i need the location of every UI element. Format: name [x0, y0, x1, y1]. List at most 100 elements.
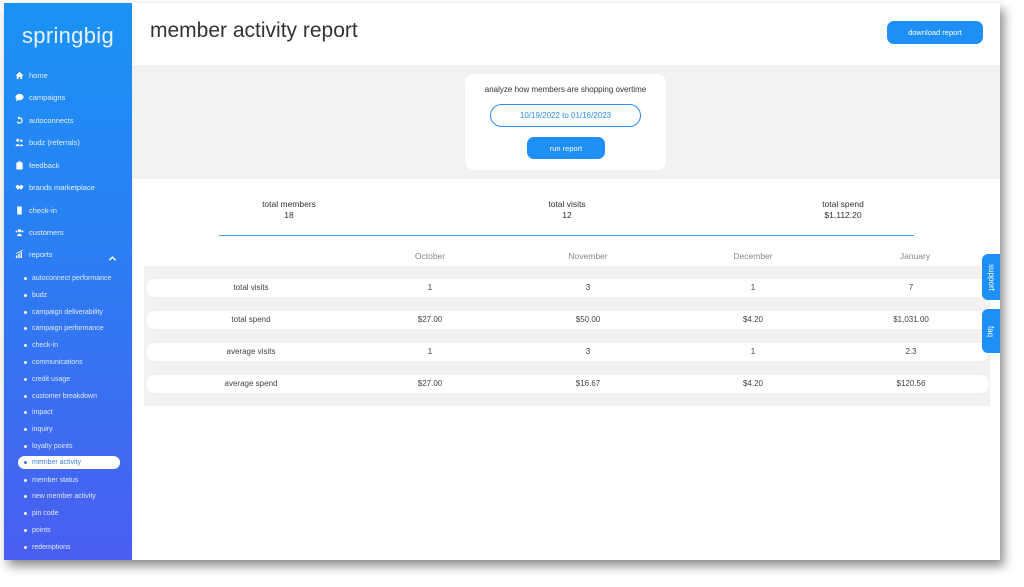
column-header-january: January [899, 251, 931, 261]
sidebar-subitem[interactable]: member status [24, 474, 78, 487]
bullet-icon [24, 311, 27, 314]
support-tab[interactable]: support [982, 254, 1000, 300]
sidebar-item-label: budz (referrals) [29, 137, 80, 147]
filter-title: analyze how members are shopping overtim… [484, 85, 647, 94]
people-icon [14, 137, 24, 147]
logo[interactable]: springbig [4, 23, 132, 49]
sidebar-item-label: autoconnects [29, 115, 74, 125]
bullet-icon [24, 428, 27, 431]
sidebar-item-check-in[interactable]: check-in [14, 202, 57, 218]
sidebar-subitem[interactable]: campaign performance [24, 322, 104, 335]
sidebar-subitem[interactable]: credit usage [24, 373, 70, 386]
sidebar-item-label: check-in [29, 205, 57, 215]
sidebar-item-home[interactable]: home [14, 67, 48, 83]
bullet-icon [24, 529, 27, 532]
sidebar-subitem[interactable]: communications [24, 356, 83, 369]
table-cell: 1 [750, 283, 756, 292]
sidebar-item-label: home [29, 70, 48, 80]
table-row: total spend $27.00 $50.00 $4.20 $1,031.0… [146, 311, 989, 329]
refresh-icon [14, 115, 24, 125]
table-cell: $120.56 [896, 379, 926, 388]
handshake-icon [14, 182, 24, 192]
sidebar-subitem[interactable]: loyalty points [24, 440, 72, 453]
chat-bubble-icon [14, 92, 24, 102]
table-row: average visits 1 3 1 2.3 [146, 343, 989, 361]
summary-total-visits: total visits 12 [507, 199, 627, 220]
sidebar-item-brands-marketplace[interactable]: brands marketplace [14, 179, 95, 195]
filter-card: analyze how members are shopping overtim… [465, 74, 666, 170]
table-cell: $1,031.00 [893, 315, 929, 324]
sidebar-item-label: reports [29, 249, 53, 259]
sidebar-item-customers[interactable]: customers [14, 224, 64, 240]
table-cell: 1 [427, 283, 433, 292]
column-header-december: December [733, 251, 773, 261]
bullet-icon [24, 395, 27, 398]
sidebar-item-reports[interactable]: reports [14, 246, 52, 262]
sidebar-subitem[interactable]: redemptions [24, 541, 71, 554]
bullet-icon [24, 445, 27, 448]
filter-section: analyze how members are shopping overtim… [132, 65, 1000, 179]
bullet-icon [24, 411, 27, 414]
table-cell: 1 [427, 347, 433, 356]
bullet-icon [24, 512, 27, 515]
bullet-icon [24, 294, 27, 297]
row-label: total spend [231, 315, 271, 324]
bullet-icon [24, 277, 27, 280]
bullet-icon [24, 327, 27, 330]
date-range-input[interactable]: 10/19/2022 to 01/16/2023 [490, 104, 641, 127]
column-header-october: October [414, 251, 446, 261]
bullet-icon [24, 495, 27, 498]
clipboard-icon [14, 160, 24, 170]
sidebar-subitem[interactable]: budz [24, 289, 47, 302]
table-cell: 3 [585, 283, 591, 292]
table-row: total visits 1 3 1 7 [146, 279, 989, 297]
door-icon [14, 205, 24, 215]
sidebar-item-feedback[interactable]: feedback [14, 157, 59, 173]
bullet-icon [24, 546, 27, 549]
sidebar-subitem[interactable]: check-in [24, 339, 58, 352]
users-icon [14, 227, 24, 237]
chevron-up-icon[interactable] [108, 250, 118, 261]
sidebar: springbig home campaigns autoconnects bu… [4, 3, 132, 560]
sidebar-subitem[interactable]: campaign deliverability [24, 306, 103, 319]
bullet-icon [24, 344, 27, 347]
summary-label: total visits [548, 199, 586, 209]
row-label: average visits [226, 347, 276, 356]
summary-label: total members [262, 199, 316, 209]
row-label: total visits [233, 283, 269, 292]
table-row: average spend $27.00 $16.67 $4.20 $120.5… [146, 375, 989, 393]
summary-value: $1,112.20 [824, 210, 862, 220]
summary-total-spend: total spend $1,112.20 [783, 199, 903, 220]
table-cell: $27.00 [417, 379, 443, 388]
sidebar-subitem[interactable]: points [24, 524, 51, 537]
table-cell: 1 [750, 347, 756, 356]
table-cell: $4.20 [742, 315, 764, 324]
table-cell: $4.20 [742, 379, 764, 388]
sidebar-subitem[interactable]: autoconnect performance [24, 272, 111, 285]
sidebar-subitem-active[interactable]: member activity [18, 456, 120, 469]
table-cell: $50.00 [575, 315, 601, 324]
table-cell: $27.00 [417, 315, 443, 324]
sidebar-item-label: customers [29, 227, 64, 237]
home-icon [14, 70, 24, 80]
sidebar-item-label: feedback [29, 160, 60, 170]
summary-total-members: total members 18 [229, 199, 349, 220]
sidebar-subitem[interactable]: impact [24, 406, 53, 419]
chart-icon [14, 249, 24, 259]
run-report-button[interactable]: run report [527, 137, 605, 159]
sidebar-item-budz[interactable]: budz (referrals) [14, 134, 80, 150]
divider [219, 235, 914, 236]
sidebar-subitem[interactable]: pin code [24, 507, 58, 520]
app-window: springbig home campaigns autoconnects bu… [4, 3, 1000, 560]
faq-tab[interactable]: faq [982, 309, 1000, 353]
support-tab-label: support [986, 263, 996, 291]
sidebar-item-label: brands marketplace [29, 182, 95, 192]
sidebar-subitem[interactable]: customer breakdown [24, 390, 97, 403]
sidebar-item-campaigns[interactable]: campaigns [14, 89, 65, 105]
table-cell: $16.67 [575, 379, 601, 388]
faq-tab-label: faq [986, 325, 996, 337]
sidebar-item-autoconnects[interactable]: autoconnects [14, 112, 74, 128]
sidebar-subitem[interactable]: new member activity [24, 490, 96, 503]
download-report-button[interactable]: download report [887, 21, 983, 44]
sidebar-subitem[interactable]: inquiry [24, 423, 53, 436]
